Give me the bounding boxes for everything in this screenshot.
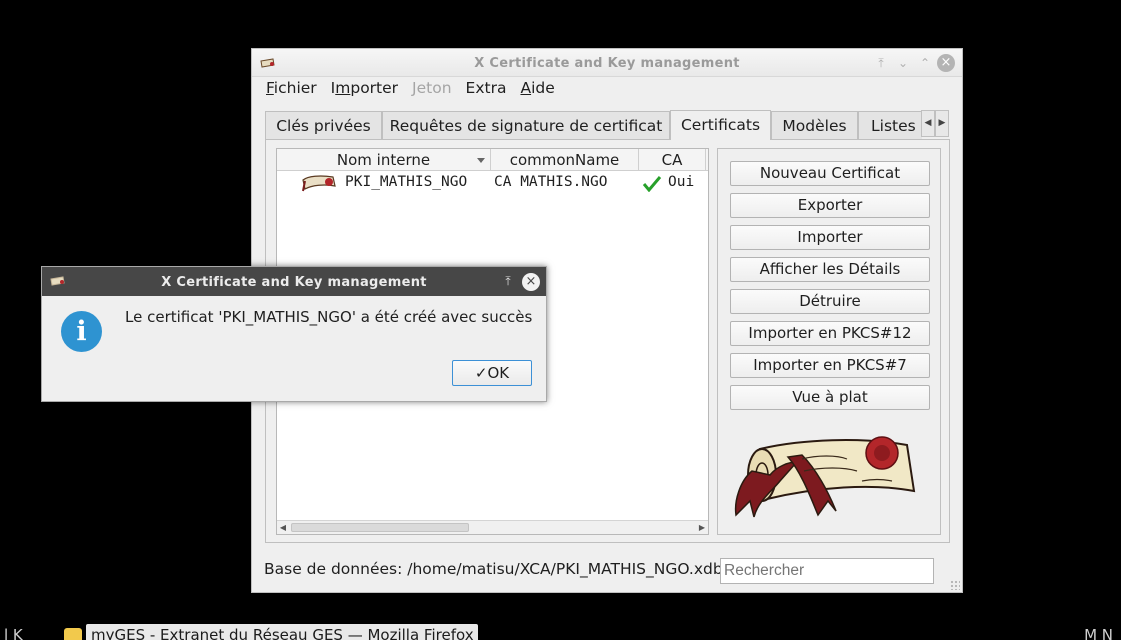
cell-common-name: CA MATHIS.NGO: [494, 174, 608, 190]
tab-certificats[interactable]: Certificats: [670, 110, 771, 140]
importer-pkcs7-button[interactable]: Importer en PKCS#7: [730, 353, 930, 378]
column-ca[interactable]: CA: [639, 149, 706, 171]
scroll-right-icon[interactable]: ▶: [696, 521, 708, 534]
menu-fichier-label: ichier: [273, 79, 317, 97]
nouveau-certificat-button[interactable]: Nouveau Certificat: [730, 161, 930, 186]
ok-label: OK: [487, 364, 510, 382]
column-nom-interne[interactable]: Nom interne: [277, 149, 491, 171]
taskbar-window-entry[interactable]: myGES - Extranet du Réseau GES — Mozilla…: [86, 624, 478, 640]
close-icon[interactable]: ×: [937, 54, 955, 72]
resize-grip-icon[interactable]: [950, 580, 960, 590]
menu-importer[interactable]: Importer: [324, 78, 405, 100]
menu-aide-label: ide: [531, 79, 555, 97]
vue-a-plat-button[interactable]: Vue à plat: [730, 385, 930, 410]
dialog-title: X Certificate and Key management: [161, 275, 427, 290]
detruire-button[interactable]: Détruire: [730, 289, 930, 314]
check-icon: [642, 176, 662, 192]
dialog-message: Le certificat 'PKI_MATHIS_NGO' a été cré…: [125, 308, 533, 326]
taskbar-left-fragment: l K: [4, 626, 23, 640]
action-panel: Nouveau Certificat Exporter Importer Aff…: [717, 148, 941, 535]
success-dialog: X Certificate and Key management ⤒ × i L…: [41, 266, 547, 402]
info-icon: i: [61, 311, 102, 352]
menu-jeton: Jeton: [412, 79, 452, 97]
tab-scroll-right-icon[interactable]: ▶: [935, 110, 949, 137]
main-titlebar[interactable]: X Certificate and Key management ⤒ ⌄ ⌃ ×: [252, 49, 962, 77]
dialog-close-icon[interactable]: ×: [522, 273, 540, 291]
taskbar: l K myGES - Extranet du Réseau GES — Moz…: [0, 624, 1121, 640]
minimize-icon[interactable]: ⌄: [895, 55, 911, 71]
dialog-keep-above-icon[interactable]: ⤒: [500, 273, 516, 289]
importer-pkcs12-button[interactable]: Importer en PKCS#12: [730, 321, 930, 346]
certificate-scroll-icon: [302, 175, 336, 192]
tab-requetes[interactable]: Requêtes de signature de certificat: [382, 111, 670, 140]
scroll-left-icon[interactable]: ◀: [277, 521, 289, 534]
menu-fichier[interactable]: Fichier: [259, 78, 324, 100]
menu-importer-mnemonic: m: [335, 79, 351, 97]
scrollbar-thumb[interactable]: [291, 523, 469, 532]
tab-listes[interactable]: Listes: [858, 111, 922, 140]
certificate-list-header: Nom interne commonName CA: [277, 149, 708, 171]
cell-nom-interne: PKI_MATHIS_NGO: [345, 174, 468, 190]
cell-ca: Oui: [668, 174, 695, 190]
database-path: Base de données: /home/matisu/XCA/PKI_MA…: [264, 560, 723, 578]
taskbar-right-fragment: M N: [1084, 626, 1113, 640]
menubar: Fichier Importer Jeton Extra Aide: [259, 78, 562, 100]
menu-importer-suffix: porter: [350, 79, 399, 97]
exporter-button[interactable]: Exporter: [730, 193, 930, 218]
ok-check-icon: ✓: [474, 364, 488, 382]
tab-bar: Clés privées Requêtes de signature de ce…: [265, 110, 922, 140]
column-nom-interne-label: Nom interne: [336, 151, 431, 169]
firefox-icon: [64, 628, 82, 640]
search-input[interactable]: [720, 558, 934, 584]
column-common-name[interactable]: commonName: [491, 149, 639, 171]
main-window-title: X Certificate and Key management: [474, 56, 740, 71]
ok-button[interactable]: ✓OK: [452, 360, 532, 386]
maximize-icon[interactable]: ⌃: [917, 55, 933, 71]
sort-arrow-icon: [477, 158, 485, 163]
tab-modeles[interactable]: Modèles: [771, 111, 858, 140]
importer-button[interactable]: Importer: [730, 225, 930, 250]
menu-extra[interactable]: Extra: [459, 78, 514, 100]
tab-cles-privees[interactable]: Clés privées: [265, 111, 382, 140]
afficher-details-button[interactable]: Afficher les Détails: [730, 257, 930, 282]
horizontal-scrollbar[interactable]: ◀ ▶: [277, 520, 708, 534]
dialog-titlebar[interactable]: X Certificate and Key management ⤒ ×: [42, 267, 546, 296]
certificate-scroll-logo: [734, 436, 916, 518]
table-row[interactable]: PKI_MATHIS_NGO CA MATHIS.NGO Oui: [277, 172, 708, 194]
menu-aide[interactable]: Aide: [513, 78, 561, 100]
keep-above-icon[interactable]: ⤒: [873, 55, 889, 71]
tab-scroll-left-icon[interactable]: ◀: [921, 110, 935, 137]
